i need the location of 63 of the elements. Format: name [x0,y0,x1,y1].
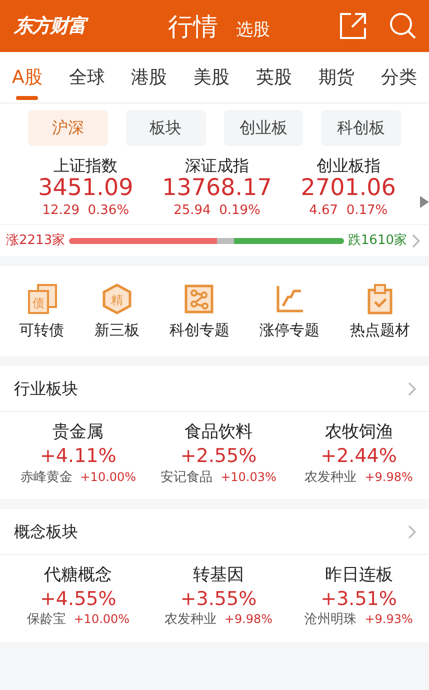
index-value: 2701.06 [300,175,396,203]
market-tab[interactable]: 美股 [194,52,230,102]
falling-count: 跌1610家 [348,233,407,249]
leading-stock-change: +9.93% [364,612,413,627]
leading-stock-change: +10.00% [74,612,130,627]
leading-stock: 安记食品 [160,470,213,486]
market-tab[interactable]: 港股 [131,52,168,102]
leading-stock: 沧州明珠 [304,612,357,628]
page-title: 行情 [168,10,218,42]
index-change: 25.94 0.19% [174,202,260,218]
leading-stock: 保龄宝 [26,612,66,628]
index-value: 13768.17 [162,175,272,203]
sector-name[interactable]: 食品饮料 [184,422,252,443]
leading-stock-change: +9.98% [224,612,273,627]
sector-change: +4.11% [40,444,116,468]
market-tab[interactable]: 分类 [380,52,417,102]
sector-change: +3.55% [180,588,257,610]
market-tab[interactable]: 全球 [68,52,105,102]
leading-stock-change: +9.98% [364,470,413,484]
connected-nodes-icon [183,283,216,316]
shortcut-label[interactable]: 可转债 [19,321,64,340]
leading-stock: 农发种业 [164,612,216,628]
sector-name[interactable]: 农牧饲渔 [324,422,393,443]
stock-picker-link[interactable]: 选股 [236,18,270,40]
chevron-right-icon[interactable] [407,524,417,540]
sector-change: +4.55% [40,588,116,610]
index-change: 4.67 0.17% [309,202,388,218]
shortcut-label[interactable]: 新三板 [94,321,140,340]
leading-stock-change: +10.03% [220,470,276,484]
brand-logo: 东方财富 [14,13,154,39]
index-value: 3451.09 [38,175,134,203]
leading-stock: 农发种业 [304,470,357,486]
shortcut-label[interactable]: 热点题材 [350,321,410,340]
market-tab[interactable]: 期货 [318,52,355,102]
sector-name[interactable]: 昨日连板 [324,565,393,586]
rising-count: 涨2213家 [6,233,66,249]
search-icon[interactable] [389,12,417,40]
shortcut-label[interactable]: 涨停专题 [260,321,320,340]
sector-name[interactable]: 贵金属 [52,422,104,443]
shortcut-label[interactable]: 科创专题 [169,321,230,340]
sub-tab[interactable]: 科创板 [321,110,401,146]
play-arrow-icon[interactable] [420,196,429,208]
sector-change: +2.55% [180,444,257,468]
sub-tab[interactable]: 板块 [126,110,206,146]
index-name: 深证成指 [185,156,250,176]
leading-stock-change: +10.00% [80,470,136,484]
index-change: 12.29 0.36% [42,202,130,218]
section-title: 概念板块 [14,522,78,542]
leading-stock: 赤峰黄金 [20,470,72,486]
index-name: 上证指数 [54,156,118,176]
sector-name[interactable]: 转基因 [192,565,244,586]
share-icon[interactable] [339,12,367,40]
index-name: 创业板指 [316,156,380,176]
section-title: 行业板块 [14,379,78,398]
chevron-right-icon[interactable] [407,380,417,397]
sub-tab[interactable]: 创业板 [224,110,304,146]
market-tab[interactable]: 英股 [256,52,292,102]
market-tab[interactable]: A股 [12,52,42,102]
sector-change: +2.44% [320,444,397,468]
sector-name[interactable]: 代糖概念 [44,565,112,586]
sector-change: +3.51% [320,588,397,610]
chevron-right-icon[interactable] [411,232,421,249]
hexagon-badge-icon: 精 [100,283,133,316]
